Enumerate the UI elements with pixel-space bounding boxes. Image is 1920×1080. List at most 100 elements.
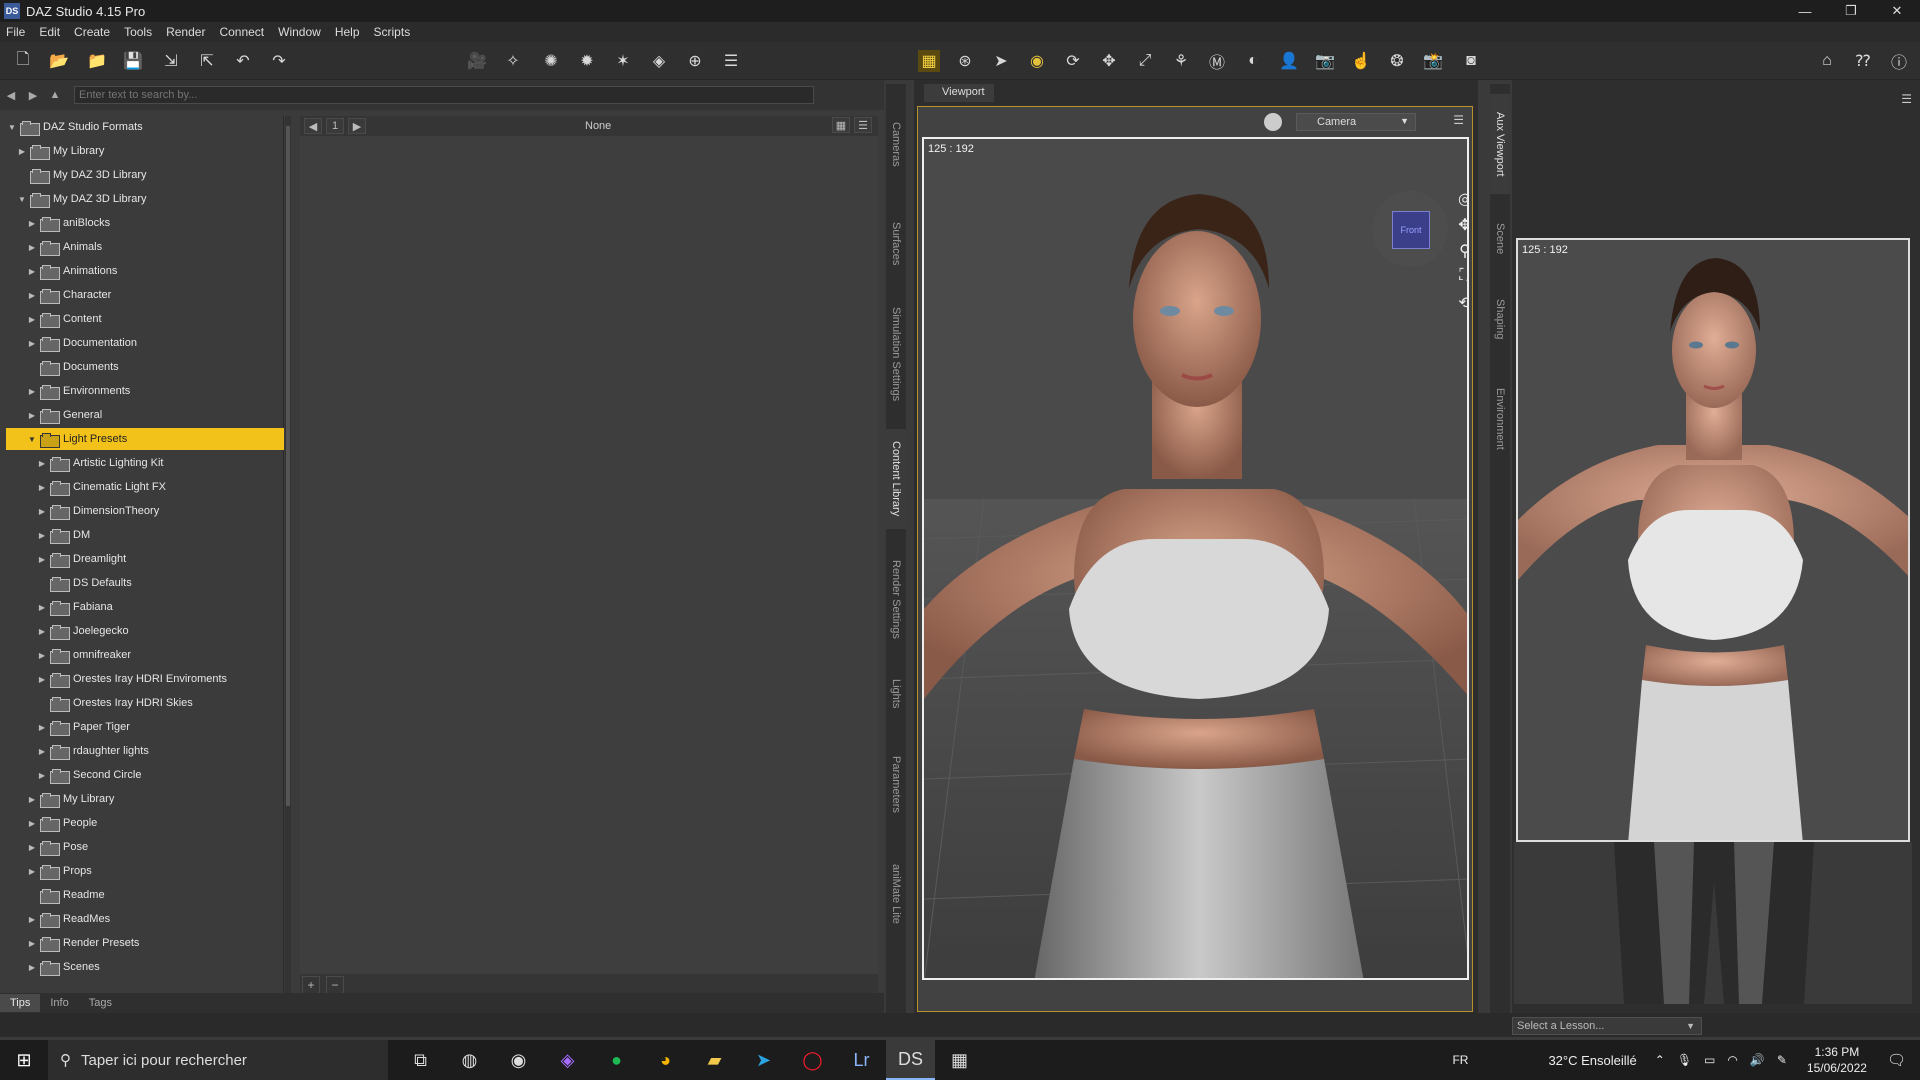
chevron-right-icon[interactable]: ▶ [26, 315, 38, 324]
pan-icon[interactable]: ✥ [1454, 215, 1467, 241]
chevron-right-icon[interactable]: ▶ [36, 555, 48, 564]
calculator-icon[interactable]: ▦ [935, 1040, 984, 1080]
tree-item[interactable]: ▶ Fabiana [6, 596, 284, 618]
task-view-icon[interactable]: ⧉ [396, 1040, 445, 1080]
chrome-icon[interactable]: ◕ [641, 1040, 690, 1080]
tab-cameras[interactable]: Cameras [886, 104, 906, 184]
tree-item[interactable]: ▶ Joelegecko [6, 620, 284, 642]
merge-icon[interactable]: 📁 [86, 50, 108, 72]
tab-info[interactable]: Info [40, 994, 78, 1012]
chevron-right-icon[interactable]: ▶ [36, 627, 48, 636]
chevron-right-icon[interactable]: ▶ [26, 819, 38, 828]
chevron-right-icon[interactable]: ▶ [36, 651, 48, 660]
chevron-right-icon[interactable]: ▶ [26, 291, 38, 300]
create-camera-icon[interactable]: 🎥 [466, 50, 488, 72]
tree-item[interactable]: Orestes Iray HDRI Skies [6, 692, 284, 714]
align-icon[interactable]: ☰ [720, 50, 742, 72]
viewport-options-icon[interactable]: ☰ [1453, 113, 1464, 127]
up-arrow-icon[interactable]: ▲ [44, 85, 66, 105]
volume-icon[interactable]: 🔊 [1750, 1053, 1765, 1067]
tree-item[interactable]: ▶ Second Circle [6, 764, 284, 786]
tree-item[interactable]: ▶ DimensionTheory [6, 500, 284, 522]
viewport-render[interactable]: 125 : 192 Front ◎ ✥ ⚲ ⛶ ⟲ [922, 137, 1469, 980]
menu-scripts[interactable]: Scripts [374, 25, 411, 39]
tab-aux-viewport[interactable]: Aux Viewport [1490, 94, 1510, 194]
search-input[interactable] [74, 86, 814, 104]
wifi-icon[interactable]: ◠ [1727, 1053, 1737, 1067]
tree-item[interactable]: ▶ rdaughter lights [6, 740, 284, 762]
clock[interactable]: 1:36 PM 15/06/2022 [1807, 1044, 1867, 1076]
chevron-right-icon[interactable]: ▶ [26, 939, 38, 948]
null-icon[interactable]: ⊕ [684, 50, 706, 72]
add-icon[interactable]: + [302, 976, 320, 994]
tree-item[interactable]: ▶ General [6, 404, 284, 426]
tab-surfaces[interactable]: Surfaces [886, 204, 906, 284]
tree-item[interactable]: ▶ Documentation [6, 332, 284, 354]
spot-render-icon[interactable]: 📸 [1422, 50, 1444, 72]
aux-viewport-render[interactable]: 125 : 192 [1516, 238, 1910, 842]
tab-viewport[interactable]: Viewport [924, 84, 994, 102]
menu-file[interactable]: File [6, 25, 25, 39]
geometry-editor-icon[interactable]: Ⓜ [1206, 50, 1228, 72]
taskbar-search[interactable]: ⚲ Taper ici pour rechercher [48, 1040, 388, 1080]
prev-page-icon[interactable]: ◀ [304, 118, 322, 134]
language-indicator[interactable]: FR [1452, 1053, 1468, 1067]
spotify-icon[interactable]: ● [592, 1040, 641, 1080]
tree-item[interactable]: ▶ Content [6, 308, 284, 330]
save-icon[interactable]: 💾 [122, 50, 144, 72]
tab-render-settings[interactable]: Render Settings [886, 544, 906, 654]
translate-tool-icon[interactable]: ✥ [1098, 50, 1120, 72]
tree-item[interactable]: ▶ Dreamlight [6, 548, 284, 570]
import-icon[interactable]: ⇲ [160, 50, 182, 72]
chevron-right-icon[interactable]: ▶ [36, 675, 48, 684]
scale-tool-icon[interactable]: ⤢ [1134, 50, 1156, 72]
orbit-icon[interactable]: ◎ [1454, 189, 1467, 215]
render-settings-icon[interactable]: ▦ [918, 50, 940, 72]
chevron-up-icon[interactable]: ⌃ [1655, 1053, 1665, 1067]
camera-select[interactable]: Camera ▼ [1296, 113, 1416, 131]
daz-studio-taskbar-icon[interactable]: DS [886, 1040, 935, 1080]
minimize-icon[interactable]: — [1782, 0, 1828, 22]
tree-item[interactable]: ▼ My DAZ 3D Library [6, 188, 284, 210]
restore-icon[interactable]: ❐ [1828, 0, 1874, 22]
file-explorer-icon[interactable]: ▰ [690, 1040, 739, 1080]
linear-light-icon[interactable]: ✶ [612, 50, 634, 72]
tree-item[interactable]: ▶ aniBlocks [6, 212, 284, 234]
weather-widget[interactable]: 32°C Ensoleillé [1548, 1053, 1636, 1068]
aux-options-icon[interactable]: ☰ [1901, 92, 1912, 106]
rotate-tool-icon[interactable]: ⟳ [1062, 50, 1084, 72]
chevron-right-icon[interactable]: ▶ [36, 459, 48, 468]
next-page-icon[interactable]: ▶ [348, 118, 366, 134]
tab-parameters[interactable]: Parameters [886, 734, 906, 834]
list-view-icon[interactable]: ☰ [854, 117, 872, 133]
opera-icon[interactable]: ◯ [788, 1040, 837, 1080]
tree-item[interactable]: ▶ Animations [6, 260, 284, 282]
export-icon[interactable]: ⇱ [196, 50, 218, 72]
universal-tool-icon[interactable]: ⊛ [954, 50, 976, 72]
telegram-icon[interactable]: ➤ [739, 1040, 788, 1080]
tree-item[interactable]: DS Defaults [6, 572, 284, 594]
menu-window[interactable]: Window [278, 25, 321, 39]
battery-icon[interactable]: ▭ [1704, 1053, 1715, 1067]
menu-create[interactable]: Create [74, 25, 110, 39]
lesson-select[interactable]: Select a Lesson... ▼ [1512, 1017, 1702, 1035]
tree-item[interactable]: ▼ Light Presets [6, 428, 284, 450]
tree-item[interactable]: ▶ Artistic Lighting Kit [6, 452, 284, 474]
tree-item[interactable]: ▶ Character [6, 284, 284, 306]
chevron-right-icon[interactable]: ▶ [36, 483, 48, 492]
tab-simulation-settings[interactable]: Simulation Settings [886, 289, 906, 419]
tab-tips[interactable]: Tips [0, 994, 41, 1012]
chevron-right-icon[interactable]: ▶ [26, 219, 38, 228]
tree-item[interactable]: ▼ DAZ Studio Formats [6, 116, 284, 138]
close-icon[interactable]: ✕ [1874, 0, 1920, 22]
daz-central-icon[interactable]: ◍ [445, 1040, 494, 1080]
tree-item[interactable]: ▶ Animals [6, 236, 284, 258]
chevron-right-icon[interactable]: ▶ [36, 507, 48, 516]
surface-selection-icon[interactable]: ◐ [1242, 50, 1264, 72]
chevron-right-icon[interactable]: ▶ [36, 747, 48, 756]
render-icon[interactable]: ◙ [1460, 50, 1482, 72]
tab-scene[interactable]: Scene [1490, 214, 1510, 264]
menu-tools[interactable]: Tools [124, 25, 152, 39]
tree-item[interactable]: ▶ Pose [6, 836, 284, 858]
chevron-right-icon[interactable]: ▶ [36, 531, 48, 540]
